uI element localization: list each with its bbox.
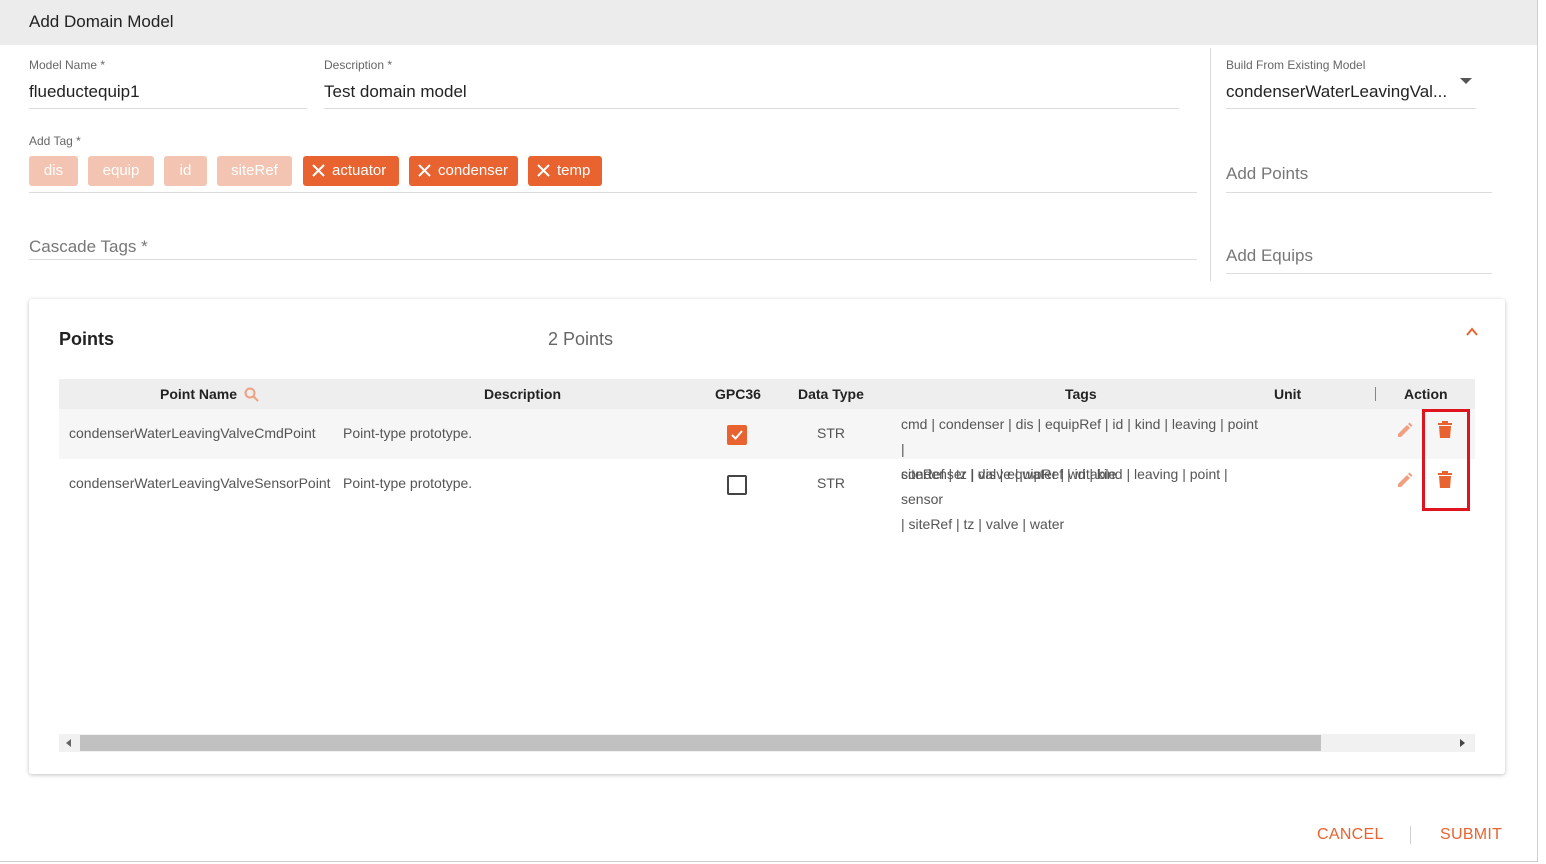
add-equips-input[interactable]: Add Equips [1226,246,1313,266]
scroll-right-icon[interactable] [1460,739,1465,747]
add-tag-label: Add Tag * [29,134,81,148]
column-header-gpc36: GPC36 [715,386,761,402]
gpc36-checkbox[interactable] [727,475,747,495]
horizontal-scrollbar[interactable] [59,734,1475,752]
build-from-select[interactable]: condenserWaterLeavingVal... [1226,82,1454,102]
tag-chip-label: actuator [332,162,387,179]
add-tag-underline [29,192,1197,193]
data-type-cell: STR [817,475,845,491]
column-header-point-name: Point Name [160,386,238,402]
tag-chip-inherited: equip [88,156,154,186]
dialog-header: Add Domain Model [0,0,1537,45]
points-card: Points 2 Points Point Name Description G… [29,299,1505,774]
scrollbar-thumb[interactable] [80,735,1321,751]
gpc36-checkbox[interactable] [727,425,747,445]
close-icon[interactable] [311,163,326,178]
dialog-title: Add Domain Model [29,12,174,31]
point-name-cell: condenserWaterLeavingValveSensorPoint [69,475,331,491]
chevron-down-icon[interactable] [1460,78,1472,84]
tag-chip-removable[interactable]: temp [528,156,602,186]
add-domain-model-dialog: Add Domain Model Model Name * flueducteq… [0,0,1538,862]
add-points-input[interactable]: Add Points [1226,164,1308,184]
tag-chip-removable[interactable]: actuator [303,156,399,186]
model-name-input[interactable]: flueductequip1 [29,82,307,102]
table-row: condenserWaterLeavingValveCmdPoint Point… [59,409,1475,482]
points-count: 2 Points [548,329,614,349]
tag-chip-inherited: dis [29,156,78,186]
model-name-underline [29,108,307,109]
search-icon[interactable] [244,387,259,402]
tag-chip-inherited: siteRef [217,156,292,186]
points-table-header: Point Name Description GPC36 Data Type T… [59,379,1475,409]
column-header-unit: Unit [1274,386,1302,402]
submit-button[interactable]: SUBMIT [1440,826,1502,844]
tags-line: | siteRef | tz | valve | water [901,516,1065,532]
description-cell: Point-type prototype. [343,425,473,441]
description-cell: Point-type prototype. [343,475,473,491]
tags-cell: condenser | dis | equipRef | id | kind |… [901,462,1261,537]
scroll-left-icon[interactable] [66,739,71,747]
add-equips-underline [1226,273,1492,274]
add-points-underline [1226,192,1492,193]
cascade-tags-underline [29,259,1197,260]
model-name-label: Model Name * [29,58,106,72]
build-from-label: Build From Existing Model [1226,58,1366,72]
tags-line: condenser | dis | equipRef | id | kind |… [901,466,1228,507]
cancel-button[interactable]: CANCEL [1317,826,1384,844]
description-label: Description * [324,58,393,72]
check-icon [731,430,743,440]
build-from-underline [1226,108,1476,109]
tag-chip-inherited: id [164,156,207,186]
vertical-divider [1210,48,1211,281]
points-card-title: Points [59,329,115,349]
edit-icon[interactable] [1396,471,1414,489]
close-icon[interactable] [417,163,432,178]
description-underline [324,108,1179,109]
tags-line: cmd | condenser | dis | equipRef | id | … [901,416,1258,457]
cascade-tags-input[interactable]: Cascade Tags * [29,237,148,257]
column-header-description: Description [484,386,562,402]
edit-icon[interactable] [1396,421,1414,439]
description-input[interactable]: Test domain model [324,82,1179,102]
tag-chip-removable[interactable]: condenser [409,156,518,186]
footer-divider [1410,826,1411,844]
column-resize-handle[interactable] [1375,387,1376,401]
column-header-data-type: Data Type [798,386,864,402]
tag-chip-label: temp [557,162,591,179]
close-icon[interactable] [536,163,551,178]
point-name-cell: condenserWaterLeavingValveCmdPoint [69,425,316,441]
chevron-up-icon[interactable] [1465,325,1479,339]
highlight-annotation [1422,409,1470,511]
column-header-tags: Tags [1065,386,1097,402]
table-row: condenserWaterLeavingValveSensorPoint Po… [59,459,1475,532]
data-type-cell: STR [817,425,845,441]
column-header-action: Action [1404,386,1448,402]
tag-chip-label: condenser [438,162,509,179]
